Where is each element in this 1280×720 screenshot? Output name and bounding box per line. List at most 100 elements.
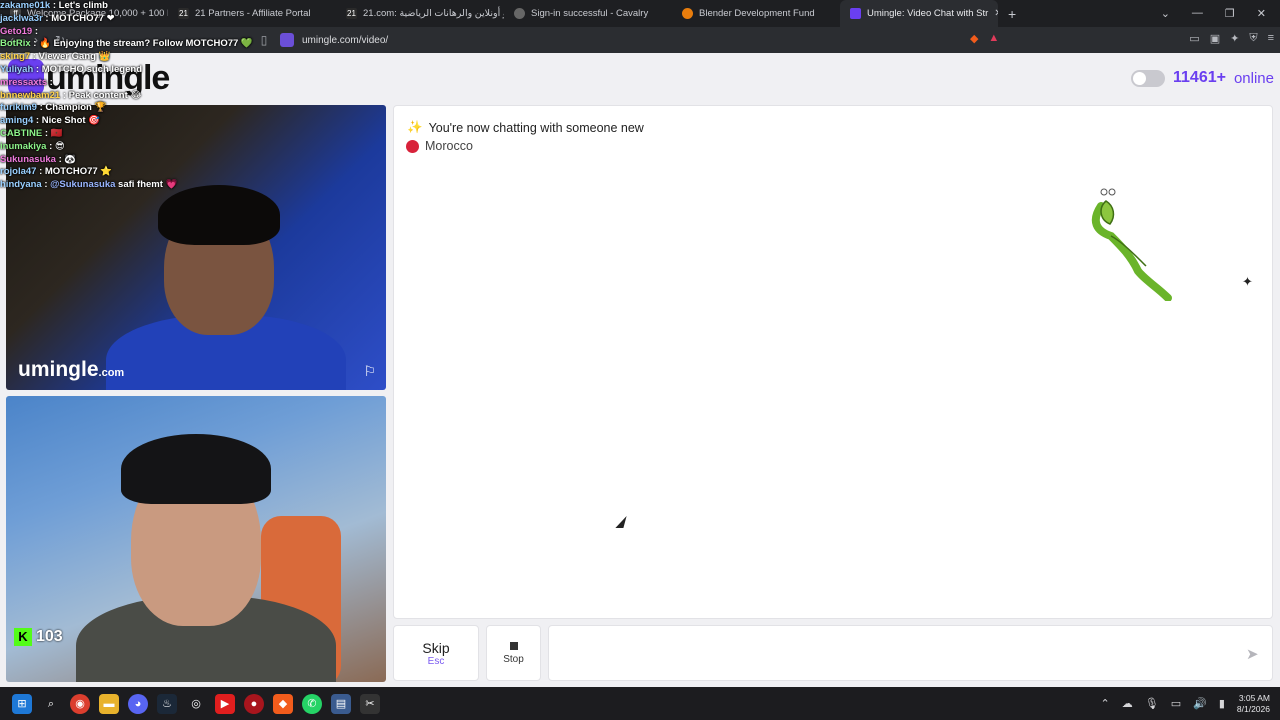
viewer-badge: K 103 [14, 628, 63, 646]
chat-separator: : [36, 166, 45, 178]
close-window-icon[interactable]: ✕ [1257, 7, 1266, 20]
overlay-chat-line: sking7 : Viewer Gang 👑 [0, 51, 300, 64]
chat-username: zakame01k [0, 0, 51, 11]
battery-icon[interactable]: ▮ [1219, 697, 1225, 710]
video-watermark: umingle.com [18, 358, 125, 381]
discord-icon[interactable]: ◕ [128, 693, 148, 714]
viewer-count: 103 [36, 628, 63, 645]
browser-tab-cavalry[interactable]: Sign-in successful - Cavalry [504, 0, 672, 27]
chat-username: bnnewbam21 [0, 89, 61, 101]
chat-username: Sukunasuka [0, 153, 56, 165]
sparkle-icon: ✦ [1242, 274, 1253, 289]
volume-icon[interactable]: 🔊 [1193, 697, 1207, 710]
remote-person-hair [158, 185, 280, 245]
overlay-chat-line: Yuliyah : MOTCHO such legend [0, 64, 300, 77]
taskbar: ⊞ ⌕ ◉ ▬ ◕ ♨ ◎ ▶ ● ◆ ✆ ▤ ✂ ⌃ ☁ 🎙 ▭ 🔊 ▮ 3:… [0, 687, 1280, 720]
chat-separator: : [33, 63, 42, 75]
tab-label: Blender Development Fund [699, 8, 815, 19]
stop-icon [509, 641, 518, 650]
overlay-chat-line: Sukunasuka : 🐼 [0, 154, 300, 167]
chat-panel: ✨ You're now chatting with someone new M… [393, 105, 1273, 619]
chat-separator: : [42, 127, 51, 139]
chat-separator: : [47, 76, 53, 88]
chat-username: sking7 [0, 51, 31, 63]
url-field[interactable]: umingle.com/video/ [280, 31, 952, 49]
menu-icon[interactable]: ≡ [1268, 32, 1274, 45]
report-flag-icon[interactable]: ⚐ [363, 363, 376, 380]
sparkles-icon: ✨ [407, 120, 423, 134]
new-tab-button[interactable]: + [998, 6, 1026, 22]
tray-overflow-icon[interactable]: ⌃ [1101, 697, 1110, 710]
chat-username: aming4 [0, 115, 34, 127]
message-input[interactable] [548, 625, 1273, 681]
chat-mention: @Sukunasuka [50, 179, 116, 191]
clock[interactable]: 3:05 AM 8/1/2026 [1237, 693, 1270, 715]
overlay-chat-line: bnnewbam21 : Peak content 😂 [0, 90, 300, 103]
local-video [6, 396, 386, 682]
country-flag-icon [406, 139, 419, 153]
tab-search-icon[interactable]: ⌄ [1161, 7, 1170, 20]
chat-separator: : [33, 115, 42, 127]
overlay-chat-line: rojola47 : MOTCHO77 ⭐ [0, 166, 300, 179]
chat-message: MOTCHO77 ❤ [51, 12, 115, 24]
brave-shield-icon[interactable]: ◆ [970, 32, 978, 45]
minimize-icon[interactable]: — [1192, 7, 1203, 20]
chat-message: Let's climb [58, 0, 108, 11]
clock-date: 8/1/2026 [1236, 703, 1270, 714]
search-icon[interactable]: ⌕ [41, 694, 61, 714]
brave-icon[interactable]: ◆ [273, 693, 293, 714]
chat-separator: : [30, 51, 39, 63]
chat-username: BotRix [0, 38, 31, 50]
chat-message: safi fhemt 💗 [118, 179, 178, 191]
tab-label: 21.com: ريو أونلاين والرهانات الرياضية [363, 8, 504, 19]
system-message: ✨ You're now chatting with someone new [407, 120, 644, 135]
whatsapp-icon[interactable]: ✆ [302, 693, 322, 714]
overlay-chat-line: BotRix : 🔥 Enjoying the stream? Follow M… [0, 38, 300, 51]
record-app-icon[interactable]: ● [244, 693, 264, 714]
obs-icon[interactable]: ◎ [186, 694, 206, 714]
chrome-icon[interactable]: ◉ [70, 693, 90, 714]
overlay-chat-line: CABTINE : 🇲🇦 [0, 128, 300, 141]
skip-button[interactable]: Skip Esc [393, 625, 479, 681]
file-explorer-icon[interactable]: ▬ [99, 693, 119, 714]
network-icon[interactable]: ▭ [1171, 697, 1181, 710]
browser-tab-blender[interactable]: Blender Development Fund [672, 0, 840, 27]
online-count: 11461+ [1173, 69, 1226, 86]
partner-country: Morocco [406, 139, 473, 153]
overlay-chat-line: hindyana : @Sukunasuka safi fhemt 💗 [0, 179, 300, 192]
chat-separator: : [41, 179, 51, 191]
youtube-icon[interactable]: ▶ [215, 693, 235, 714]
leo-ai-icon[interactable]: ✦ [1230, 32, 1239, 45]
brave-rewards-icon[interactable]: ▲ [988, 32, 999, 45]
maximize-icon[interactable]: ❐ [1225, 7, 1235, 20]
microphone-icon[interactable]: 🎙 [1145, 697, 1159, 710]
chat-separator: : [30, 38, 40, 50]
app-icon[interactable]: ▤ [331, 693, 351, 714]
browser-tab-21com[interactable]: 21 21.com: ريو أونلاين والرهانات الرياضي… [336, 0, 504, 27]
chat-username: Yuliyah [0, 63, 34, 75]
sidebar-icon[interactable]: ▭ [1189, 32, 1199, 45]
send-icon[interactable]: ➤ [1246, 645, 1259, 663]
steam-icon[interactable]: ♨ [157, 693, 177, 714]
url-text: umingle.com/video/ [302, 34, 389, 46]
wallet-icon[interactable]: ▣ [1210, 32, 1220, 45]
tab-label: Umingle: Video Chat with Str [867, 8, 989, 19]
theme-toggle[interactable] [1131, 69, 1165, 87]
chat-message: 🇲🇦 [50, 127, 63, 139]
windows-start-icon[interactable]: ⊞ [12, 693, 32, 714]
capcut-icon[interactable]: ✂ [360, 693, 380, 714]
online-indicator: 11461+ online [1131, 69, 1274, 87]
chat-message: MOTCHO such legend [41, 63, 143, 75]
chat-username: furikim9 [0, 102, 37, 114]
chat-message: Nice Shot 🎯 [41, 115, 100, 127]
chat-separator: : [50, 0, 59, 11]
chat-separator: : [46, 140, 55, 152]
tab-label: Sign-in successful - Cavalry [531, 8, 649, 19]
globe-icon [514, 8, 525, 19]
chat-separator: : [32, 25, 39, 37]
stop-button[interactable]: Stop [486, 625, 541, 681]
onedrive-icon[interactable]: ☁ [1122, 697, 1133, 710]
clock-time: 3:05 AM [1238, 692, 1270, 703]
vpn-icon[interactable]: ⛨ [1249, 32, 1257, 45]
browser-tab-umingle[interactable]: Umingle: Video Chat with Str ✕ [840, 0, 998, 27]
